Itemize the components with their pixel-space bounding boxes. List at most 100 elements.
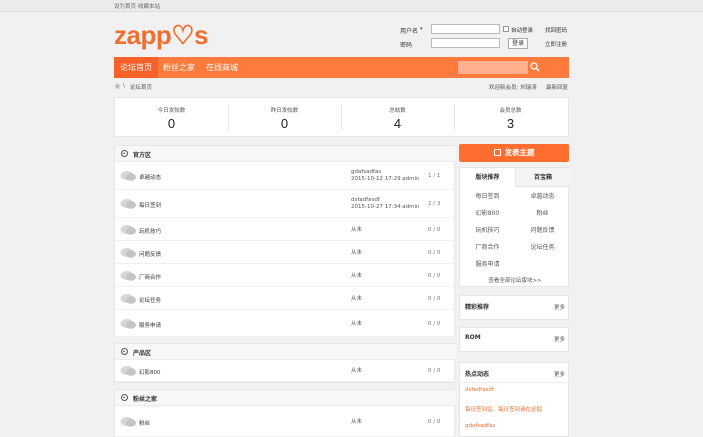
forum-count: 1 / 1 (428, 173, 441, 179)
collapse-icon[interactable] (121, 394, 128, 401)
board-link[interactable]: 幻影800 (460, 205, 515, 222)
forum-row[interactable]: 粉丝 0 / 0 从未 (115, 406, 456, 437)
stat-members: 会员总数 3 (454, 98, 567, 136)
forum-name[interactable]: 论坛任务 (139, 296, 161, 304)
last-post-title[interactable]: 从未 (351, 419, 362, 425)
forum-name[interactable]: 玩机技巧 (139, 227, 161, 235)
board-link[interactable]: 厂商合作 (460, 239, 515, 256)
forum-name[interactable]: 每日签到 (139, 201, 161, 209)
forum-last-post[interactable]: dsfadfasdf 2015-10-27 17:34 admin (351, 197, 420, 211)
login-button[interactable]: 登录 (508, 38, 528, 49)
section-header[interactable]: 产品区 (115, 344, 456, 360)
forum-row[interactable]: 幻影800 0 / 0 从未 (115, 360, 456, 382)
last-post-title[interactable]: gdafsadfas (351, 169, 381, 175)
forum-tabs-panel: 版块推荐 百宝箱 每日签到 卓越动态 幻影800 粉丝 玩机技巧 问题反馈 厂商… (459, 167, 570, 287)
site-logo[interactable]: zapp♡s (114, 22, 209, 48)
forum-bubble-icon (120, 225, 136, 235)
forum-last-post[interactable]: 从未 (351, 321, 362, 328)
more-link[interactable]: 更多 (554, 303, 565, 311)
stats-panel: 今日发帖数 0 昨日发帖数 0 总帖数 4 会员总数 3 (114, 97, 569, 137)
breadcrumb-current[interactable]: 论坛首页 (130, 83, 152, 91)
register-link[interactable]: 立即注册 (545, 40, 567, 48)
nav-forum-home[interactable]: 论坛首页 (114, 57, 158, 78)
search-input[interactable] (458, 61, 528, 74)
board-link[interactable]: 卓越动态 (515, 188, 570, 205)
tab-recommended[interactable]: 版块推荐 (460, 168, 515, 187)
forum-name[interactable]: 厂商合作 (139, 273, 161, 281)
collapse-icon[interactable] (121, 150, 128, 157)
collapse-icon[interactable] (121, 348, 128, 355)
last-post-title[interactable]: 从未 (351, 321, 362, 327)
forum-count: 0 / 0 (428, 227, 441, 233)
board-link[interactable]: 粉丝 (515, 205, 570, 222)
forum-name[interactable]: 幻影800 (139, 368, 161, 376)
new-topic-button[interactable]: 发表主题 (459, 144, 569, 162)
forum-name[interactable]: 卓越动态 (139, 173, 161, 181)
section-header[interactable]: 官方区 (115, 146, 456, 162)
hot-topic-link[interactable]: 每日签到站，每日签到请在此贴 (465, 405, 542, 413)
last-post-title[interactable]: 从未 (351, 296, 362, 302)
last-post-title[interactable]: 从未 (351, 273, 362, 279)
board-link[interactable]: 论坛任务 (515, 239, 570, 256)
forum-last-post[interactable]: 从未 (351, 250, 362, 257)
forum-row[interactable]: 卓越动态 1 / 1 gdafsadfas 2015-10-12 17:29 admi… (115, 162, 456, 190)
view-all-boards-link[interactable]: 查看全部论坛版块>> (460, 276, 570, 284)
welcome-member[interactable]: 欢迎新会员: 刘瑞涛 (489, 83, 537, 91)
chevron-down-icon[interactable]: ▾ (420, 26, 423, 32)
forum-bubble-icon (120, 319, 136, 329)
hot-topic-link[interactable]: dsfadfasdf (465, 387, 494, 393)
search-icon[interactable] (530, 62, 540, 72)
forum-row[interactable]: 玩机技巧 0 / 0 从未 (115, 218, 456, 241)
board-link[interactable]: 服务申请 (460, 256, 515, 273)
nav-online-store[interactable]: 在线商城 (206, 57, 238, 78)
forum-last-post[interactable]: 从未 (351, 296, 362, 303)
section-title: 产品区 (133, 350, 152, 357)
forum-row[interactable]: 问题反馈 0 / 0 从未 (115, 241, 456, 264)
board-link[interactable]: 问题反馈 (515, 222, 570, 239)
forum-count: 0 / 0 (428, 368, 441, 374)
forum-row[interactable]: 论坛任务 0 / 0 从未 (115, 287, 456, 310)
nav-fan-home[interactable]: 粉丝之家 (163, 57, 195, 78)
auto-login-checkbox[interactable] (503, 26, 509, 32)
stat-label: 昨日发帖数 (270, 108, 299, 114)
forum-row[interactable]: 每日签到 2 / 3 dsfadfasdf 2015-10-27 17:34 admi… (115, 190, 456, 218)
forum-name[interactable]: 粉丝 (139, 419, 150, 427)
forum-last-post[interactable]: 从未 (351, 227, 362, 234)
username-label: 用户名 (400, 28, 419, 35)
last-post-title[interactable]: 从未 (351, 227, 362, 233)
board-link[interactable]: 玩机技巧 (460, 222, 515, 239)
forum-count: 2 / 3 (428, 201, 441, 207)
forum-row[interactable]: 服务申请 0 / 0 从未 (115, 310, 456, 337)
board-link[interactable]: 每日签到 (460, 188, 515, 205)
username-input[interactable] (431, 24, 500, 34)
latest-replies-link[interactable]: 最新回复 (546, 83, 568, 91)
last-post-title[interactable]: 从未 (351, 368, 362, 374)
forum-last-post[interactable]: 从未 (351, 419, 362, 426)
last-post-title[interactable]: dsfadfasdf (351, 197, 380, 203)
home-icon[interactable] (114, 83, 121, 89)
forum-bubble-icon (120, 271, 136, 281)
forum-count: 0 / 0 (428, 321, 441, 327)
section-header[interactable]: 粉丝之家 (115, 390, 456, 406)
forum-bubble-icon (120, 294, 136, 304)
last-post-meta: 2015-10-27 17:34 admin (351, 204, 420, 210)
stat-label: 会员总数 (499, 108, 522, 114)
forum-name[interactable]: 服务申请 (139, 321, 161, 329)
tab-toolbox[interactable]: 百宝箱 (515, 168, 570, 187)
more-link[interactable]: 更多 (554, 370, 565, 378)
header (0, 12, 703, 57)
find-password-link[interactable]: 找回密码 (545, 26, 567, 34)
last-post-title[interactable]: 从未 (351, 250, 362, 256)
forum-row[interactable]: 厂商合作 0 / 0 从未 (115, 264, 456, 287)
forum-last-post[interactable]: 从未 (351, 368, 362, 375)
bookmark-link[interactable]: 收藏本站 (138, 2, 160, 10)
forum-name[interactable]: 问题反馈 (139, 250, 161, 258)
set-homepage-link[interactable]: 设为首页 (114, 2, 136, 10)
hot-topic-link[interactable]: gdafsadfas (465, 423, 495, 429)
stat-value: 0 (167, 116, 176, 131)
forum-last-post[interactable]: gdafsadfas 2015-10-12 17:29 admin (351, 169, 420, 183)
more-link[interactable]: 更多 (554, 335, 565, 343)
stat-value: 4 (393, 116, 402, 131)
forum-last-post[interactable]: 从未 (351, 273, 362, 280)
password-input[interactable] (431, 38, 500, 48)
